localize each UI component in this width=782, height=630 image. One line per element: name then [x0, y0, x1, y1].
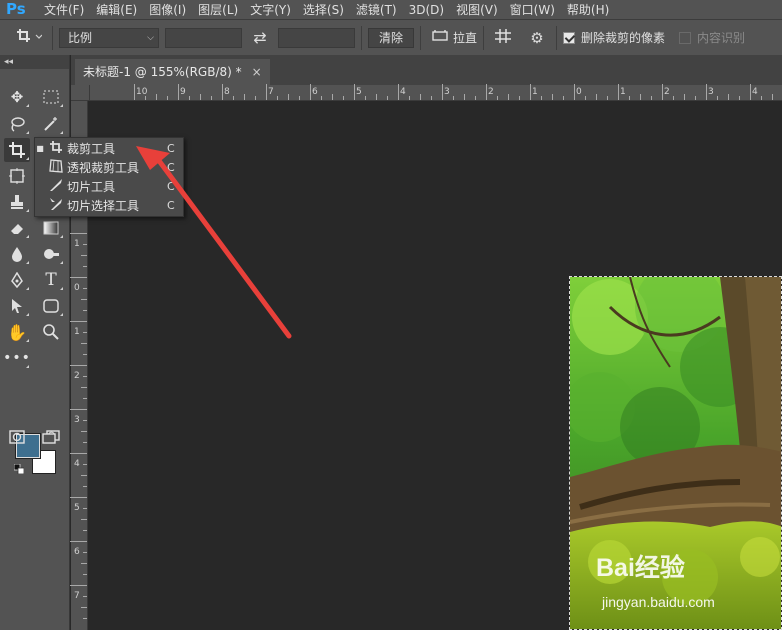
watermark-url: jingyan.baidu.com: [602, 594, 715, 610]
annotation-arrow: [136, 146, 292, 339]
baidu-watermark: Bai经验 jingyan.baidu.com: [596, 548, 776, 618]
watermark-logo-text: Bai经验: [596, 554, 685, 582]
